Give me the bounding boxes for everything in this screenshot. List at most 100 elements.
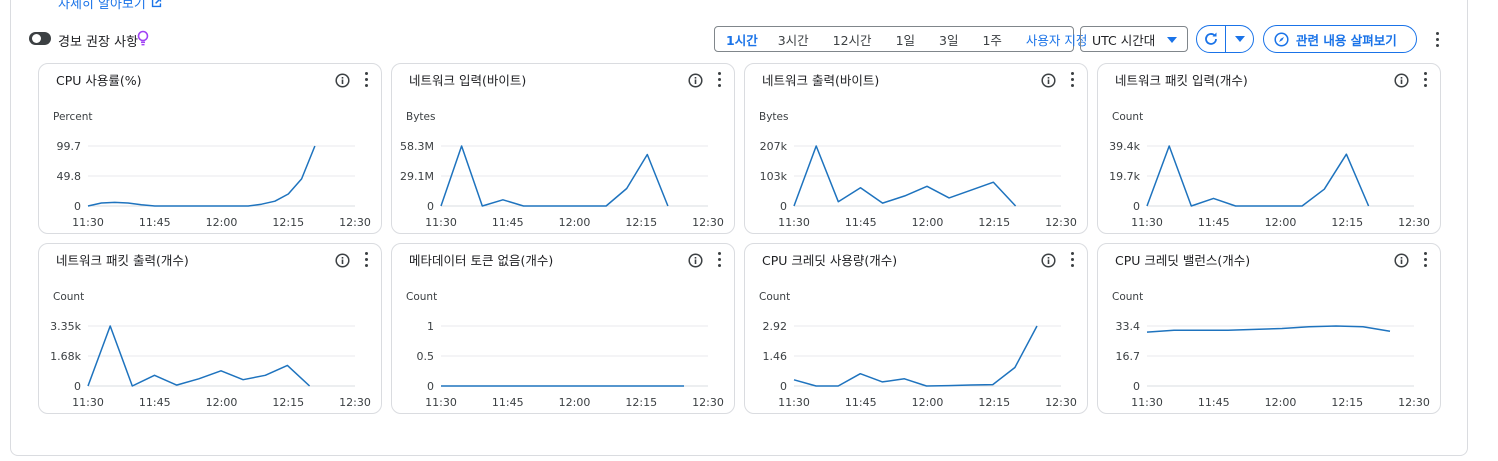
external-link-icon bbox=[151, 0, 162, 8]
y-unit-label: Bytes bbox=[759, 111, 789, 123]
timezone-select[interactable]: UTC 시간대 bbox=[1080, 26, 1188, 52]
x-tick-label: 12:00 bbox=[206, 216, 238, 229]
y-tick-label: 0 bbox=[780, 380, 787, 393]
refresh-control bbox=[1196, 25, 1254, 53]
chart-menu-icon[interactable] bbox=[364, 252, 368, 268]
chart-card-cpu-utilization: CPU 사용률(%) Percent 99.7 49.8 0 11:30 11:45 12:0… bbox=[38, 63, 382, 234]
y-tick-label: 49.8 bbox=[57, 170, 82, 183]
chart-title: 네트워크 패킷 입력(개수) bbox=[1115, 73, 1248, 88]
x-tick-label: 12:00 bbox=[206, 396, 238, 409]
chart-card-cpu-credit-balance: CPU 크레딧 밸런스(개수) Count 33.4 16.7 0 11:30 11:45 1… bbox=[1097, 243, 1441, 414]
range-3h[interactable]: 3시간 bbox=[773, 30, 814, 49]
y-tick-label: 16.7 bbox=[1116, 350, 1141, 363]
info-icon[interactable] bbox=[335, 73, 350, 88]
compass-icon bbox=[1274, 31, 1289, 47]
range-3d[interactable]: 3일 bbox=[934, 30, 963, 49]
chart-title: 네트워크 출력(바이트) bbox=[762, 73, 880, 88]
info-icon[interactable] bbox=[688, 73, 703, 88]
caret-down-icon bbox=[1234, 36, 1245, 42]
alert-toggle[interactable] bbox=[29, 32, 51, 45]
range-custom[interactable]: 사용자 지정 bbox=[1021, 30, 1087, 49]
line-chart: 39.4k 19.7k 0 11:30 11:45 12:00 12:15 12:30 bbox=[1109, 140, 1430, 229]
refresh-options-button[interactable] bbox=[1226, 26, 1253, 52]
refresh-button[interactable] bbox=[1197, 26, 1226, 52]
info-icon[interactable] bbox=[1041, 73, 1056, 88]
chart-menu-icon[interactable] bbox=[717, 72, 721, 88]
x-tick-label: 12:15 bbox=[1331, 216, 1363, 229]
chart-title: CPU 크레딧 사용량(개수) bbox=[762, 253, 898, 268]
chart-card-metadata-no-token: 메타데이터 토큰 없음(개수) Count 1 0.5 0 11:30 11:45 12:00… bbox=[391, 243, 735, 414]
toolbar: 경보 권장 사항 1시간 3시간 12시간 1일 3일 1주 사용자 지정 UT… bbox=[0, 24, 1498, 54]
line-chart: 33.4 16.7 0 11:30 11:45 12:00 12:15 12:30 bbox=[1116, 320, 1430, 409]
x-tick-label: 12:15 bbox=[272, 216, 304, 229]
timezone-value: UTC 시간대 bbox=[1092, 32, 1156, 48]
chart-title: 네트워크 패킷 출력(개수) bbox=[56, 253, 189, 268]
x-tick-label: 11:30 bbox=[72, 216, 104, 229]
chart-menu-icon[interactable] bbox=[1423, 252, 1427, 268]
info-icon[interactable] bbox=[688, 253, 703, 268]
alert-recommendations-label: 경보 권장 사항 bbox=[58, 35, 139, 50]
y-tick-label: 0 bbox=[427, 380, 434, 393]
range-12h[interactable]: 12시간 bbox=[828, 30, 877, 49]
x-tick-label: 11:45 bbox=[139, 396, 171, 409]
x-tick-label: 12:00 bbox=[912, 396, 944, 409]
y-tick-label: 99.7 bbox=[57, 140, 82, 153]
explore-related-button[interactable]: 관련 내용 살펴보기 bbox=[1263, 25, 1417, 53]
x-tick-label: 12:30 bbox=[339, 396, 371, 409]
x-tick-label: 12:00 bbox=[559, 216, 591, 229]
caret-down-icon bbox=[1167, 37, 1177, 43]
x-tick-label: 12:15 bbox=[978, 216, 1010, 229]
more-options-icon[interactable] bbox=[1435, 32, 1439, 48]
y-tick-label: 1.68k bbox=[50, 350, 81, 363]
x-tick-label: 12:30 bbox=[339, 216, 371, 229]
y-unit-label: Percent bbox=[53, 111, 93, 123]
line-chart: 3.35k 1.68k 0 11:30 11:45 12:00 12:15 12:30 bbox=[50, 320, 371, 409]
x-tick-label: 12:15 bbox=[1331, 396, 1363, 409]
chart-menu-icon[interactable] bbox=[1070, 252, 1074, 268]
chart-card-network-packets-out: 네트워크 패킷 출력(개수) Count 3.35k 1.68k 0 11:30 11:45… bbox=[38, 243, 382, 414]
chart-card-network-out: 네트워크 출력(바이트) Bytes 207k 103k 0 11:30 11:45 12:0… bbox=[744, 63, 1088, 234]
range-1h[interactable]: 1시간 bbox=[721, 30, 763, 49]
series-line[interactable] bbox=[1146, 325, 1391, 333]
line-chart: 207k 103k 0 11:30 11:45 12:00 12:15 12:30 bbox=[760, 140, 1077, 229]
x-tick-label: 12:15 bbox=[625, 396, 657, 409]
x-tick-label: 11:30 bbox=[1131, 396, 1163, 409]
x-tick-label: 12:15 bbox=[272, 396, 304, 409]
y-tick-label: 0 bbox=[74, 380, 81, 393]
y-tick-label: 0.5 bbox=[417, 350, 435, 363]
info-icon[interactable] bbox=[1394, 253, 1409, 268]
time-range-selector: 1시간 3시간 12시간 1일 3일 1주 사용자 지정 bbox=[714, 26, 1087, 52]
x-tick-label: 11:30 bbox=[778, 216, 810, 229]
x-tick-label: 12:30 bbox=[692, 216, 724, 229]
chart-title: CPU 크레딧 밸런스(개수) bbox=[1115, 253, 1251, 268]
y-tick-label: 33.4 bbox=[1116, 320, 1141, 333]
x-tick-label: 11:30 bbox=[778, 396, 810, 409]
info-icon[interactable] bbox=[1394, 73, 1409, 88]
y-unit-label: Count bbox=[406, 291, 438, 303]
x-tick-label: 11:45 bbox=[845, 396, 877, 409]
learn-more-link[interactable]: 자세히 알아보기 bbox=[58, 0, 163, 12]
y-unit-label: Count bbox=[1112, 111, 1144, 123]
x-tick-label: 12:00 bbox=[559, 396, 591, 409]
y-tick-label: 103k bbox=[760, 170, 788, 183]
y-tick-label: 1.46 bbox=[763, 350, 788, 363]
x-tick-label: 11:45 bbox=[1198, 216, 1230, 229]
y-tick-label: 19.7k bbox=[1109, 170, 1140, 183]
y-tick-label: 39.4k bbox=[1109, 140, 1140, 153]
range-1d[interactable]: 1일 bbox=[891, 30, 920, 49]
y-tick-label: 29.1M bbox=[400, 170, 434, 183]
x-tick-label: 11:30 bbox=[1131, 216, 1163, 229]
x-tick-label: 11:30 bbox=[425, 396, 457, 409]
chart-menu-icon[interactable] bbox=[364, 72, 368, 88]
info-icon[interactable] bbox=[1041, 253, 1056, 268]
x-tick-label: 12:30 bbox=[1045, 396, 1077, 409]
range-1w[interactable]: 1주 bbox=[977, 30, 1006, 49]
y-tick-label: 207k bbox=[760, 140, 788, 153]
chart-menu-icon[interactable] bbox=[1423, 72, 1427, 88]
x-tick-label: 12:00 bbox=[1265, 216, 1297, 229]
chart-menu-icon[interactable] bbox=[1070, 72, 1074, 88]
chart-menu-icon[interactable] bbox=[717, 252, 721, 268]
line-chart: 58.3M 29.1M 0 11:30 11:45 12:00 12:15 12:30 bbox=[400, 140, 724, 229]
lightbulb-icon bbox=[137, 30, 149, 46]
info-icon[interactable] bbox=[335, 253, 350, 268]
